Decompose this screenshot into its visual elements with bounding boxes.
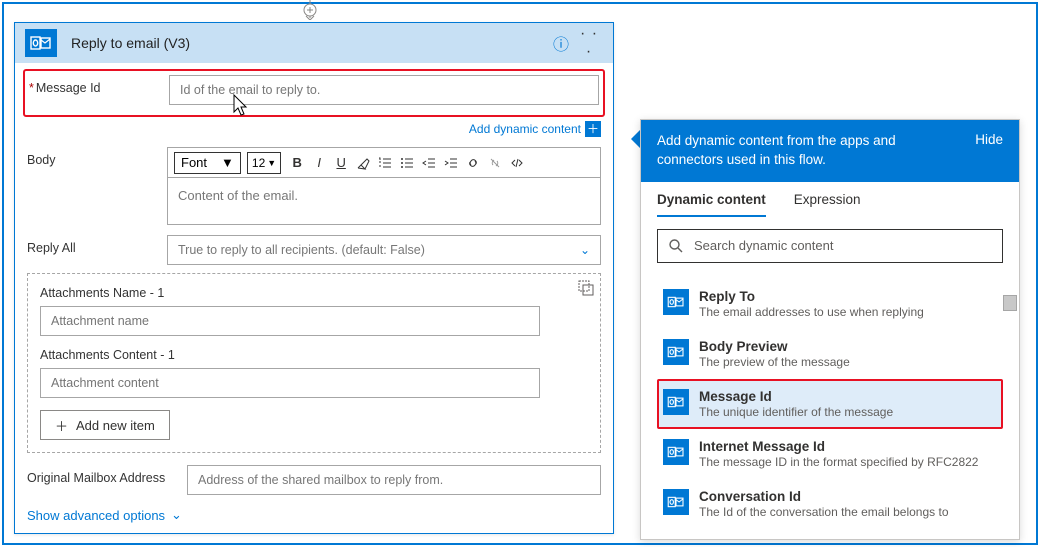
attach-content-input[interactable] bbox=[40, 368, 540, 398]
reply-all-label: Reply All bbox=[27, 235, 167, 265]
menu-icon[interactable]: · · · bbox=[575, 25, 603, 61]
card-title: Reply to email (V3) bbox=[71, 35, 547, 51]
show-advanced-link[interactable]: Show advanced options ⌄ bbox=[27, 507, 601, 523]
dynamic-item[interactable]: Message IdThe unique identifier of the m… bbox=[657, 379, 1003, 429]
item-desc: The email addresses to use when replying bbox=[699, 305, 924, 319]
dynamic-item[interactable]: Reply ToThe email addresses to use when … bbox=[657, 279, 1003, 329]
item-desc: The Id of the conversation the email bel… bbox=[699, 505, 949, 519]
search-dynamic-content[interactable]: Search dynamic content bbox=[657, 229, 1003, 263]
outdent-icon[interactable] bbox=[419, 155, 439, 171]
action-card: Reply to email (V3) ⓘ · · · *Message Id … bbox=[14, 22, 614, 534]
attachments-group: Attachments Name - 1 Attachments Content… bbox=[27, 273, 601, 453]
plus-icon: ＋ bbox=[585, 121, 601, 137]
outlook-icon bbox=[25, 29, 57, 57]
item-title: Message Id bbox=[699, 389, 893, 404]
array-icon[interactable] bbox=[578, 280, 594, 301]
attach-content-label: Attachments Content - 1 bbox=[40, 348, 588, 362]
indent-icon[interactable] bbox=[441, 155, 461, 171]
item-desc: The preview of the message bbox=[699, 355, 850, 369]
original-mailbox-label: Original Mailbox Address bbox=[27, 465, 187, 495]
dynamic-item[interactable]: Conversation IdThe Id of the conversatio… bbox=[657, 479, 1003, 529]
dynamic-item[interactable]: Body PreviewThe preview of the message bbox=[657, 329, 1003, 379]
tab-expression[interactable]: Expression bbox=[794, 192, 861, 217]
panel-heading: Add dynamic content from the apps and co… bbox=[657, 132, 947, 170]
body-editor: Font▼ 12▼ B I U Content of bbox=[167, 147, 601, 225]
attach-name-label: Attachments Name - 1 bbox=[40, 286, 588, 300]
outlook-icon bbox=[663, 289, 689, 315]
search-icon bbox=[668, 238, 684, 254]
chevron-down-icon: ⌄ bbox=[171, 507, 182, 523]
code-view-icon[interactable] bbox=[507, 155, 527, 171]
dynamic-item[interactable]: Received TimeThe date and time the messa… bbox=[657, 529, 1003, 539]
item-title: Conversation Id bbox=[699, 489, 949, 504]
item-desc: The message ID in the format specified b… bbox=[699, 455, 978, 469]
outlook-icon bbox=[663, 339, 689, 365]
scrollbar[interactable] bbox=[1003, 295, 1017, 311]
underline-icon[interactable]: U bbox=[331, 155, 351, 170]
outlook-icon bbox=[663, 489, 689, 515]
link-icon[interactable] bbox=[463, 155, 483, 171]
body-input[interactable]: Content of the email. bbox=[168, 178, 600, 224]
font-select[interactable]: Font▼ bbox=[174, 152, 241, 174]
original-mailbox-input[interactable] bbox=[187, 465, 601, 495]
item-title: Body Preview bbox=[699, 339, 850, 354]
highlight-icon[interactable] bbox=[353, 155, 373, 171]
rte-toolbar: Font▼ 12▼ B I U bbox=[168, 148, 600, 178]
reply-all-select[interactable]: True to reply to all recipients. (defaul… bbox=[167, 235, 601, 265]
help-icon[interactable]: ⓘ bbox=[547, 31, 575, 55]
add-dynamic-content-link[interactable]: Add dynamic content＋ bbox=[27, 121, 601, 137]
italic-icon[interactable]: I bbox=[309, 155, 329, 170]
bold-icon[interactable]: B bbox=[287, 155, 307, 170]
item-title: Internet Message Id bbox=[699, 439, 978, 454]
size-select[interactable]: 12▼ bbox=[247, 152, 281, 174]
message-id-label: *Message Id bbox=[29, 75, 169, 105]
item-title: Reply To bbox=[699, 289, 924, 304]
tab-dynamic-content[interactable]: Dynamic content bbox=[657, 192, 766, 217]
item-desc: The unique identifier of the message bbox=[699, 405, 893, 419]
outlook-icon bbox=[663, 439, 689, 465]
chevron-down-icon: ⌄ bbox=[580, 243, 590, 257]
add-new-item-button[interactable]: ＋Add new item bbox=[40, 410, 170, 440]
outlook-icon bbox=[663, 389, 689, 415]
dynamic-item[interactable]: Internet Message IdThe message ID in the… bbox=[657, 429, 1003, 479]
plus-icon: ＋ bbox=[55, 416, 68, 435]
card-header: Reply to email (V3) ⓘ · · · bbox=[15, 23, 613, 63]
number-list-icon[interactable] bbox=[375, 155, 395, 171]
body-label: Body bbox=[27, 147, 167, 225]
message-id-highlight: *Message Id bbox=[23, 69, 605, 117]
attach-name-input[interactable] bbox=[40, 306, 540, 336]
bullet-list-icon[interactable] bbox=[397, 155, 417, 171]
dynamic-content-panel: Add dynamic content from the apps and co… bbox=[640, 119, 1020, 540]
unlink-icon[interactable] bbox=[485, 155, 505, 171]
hide-button[interactable]: Hide bbox=[975, 132, 1003, 147]
message-id-input[interactable] bbox=[169, 75, 599, 105]
